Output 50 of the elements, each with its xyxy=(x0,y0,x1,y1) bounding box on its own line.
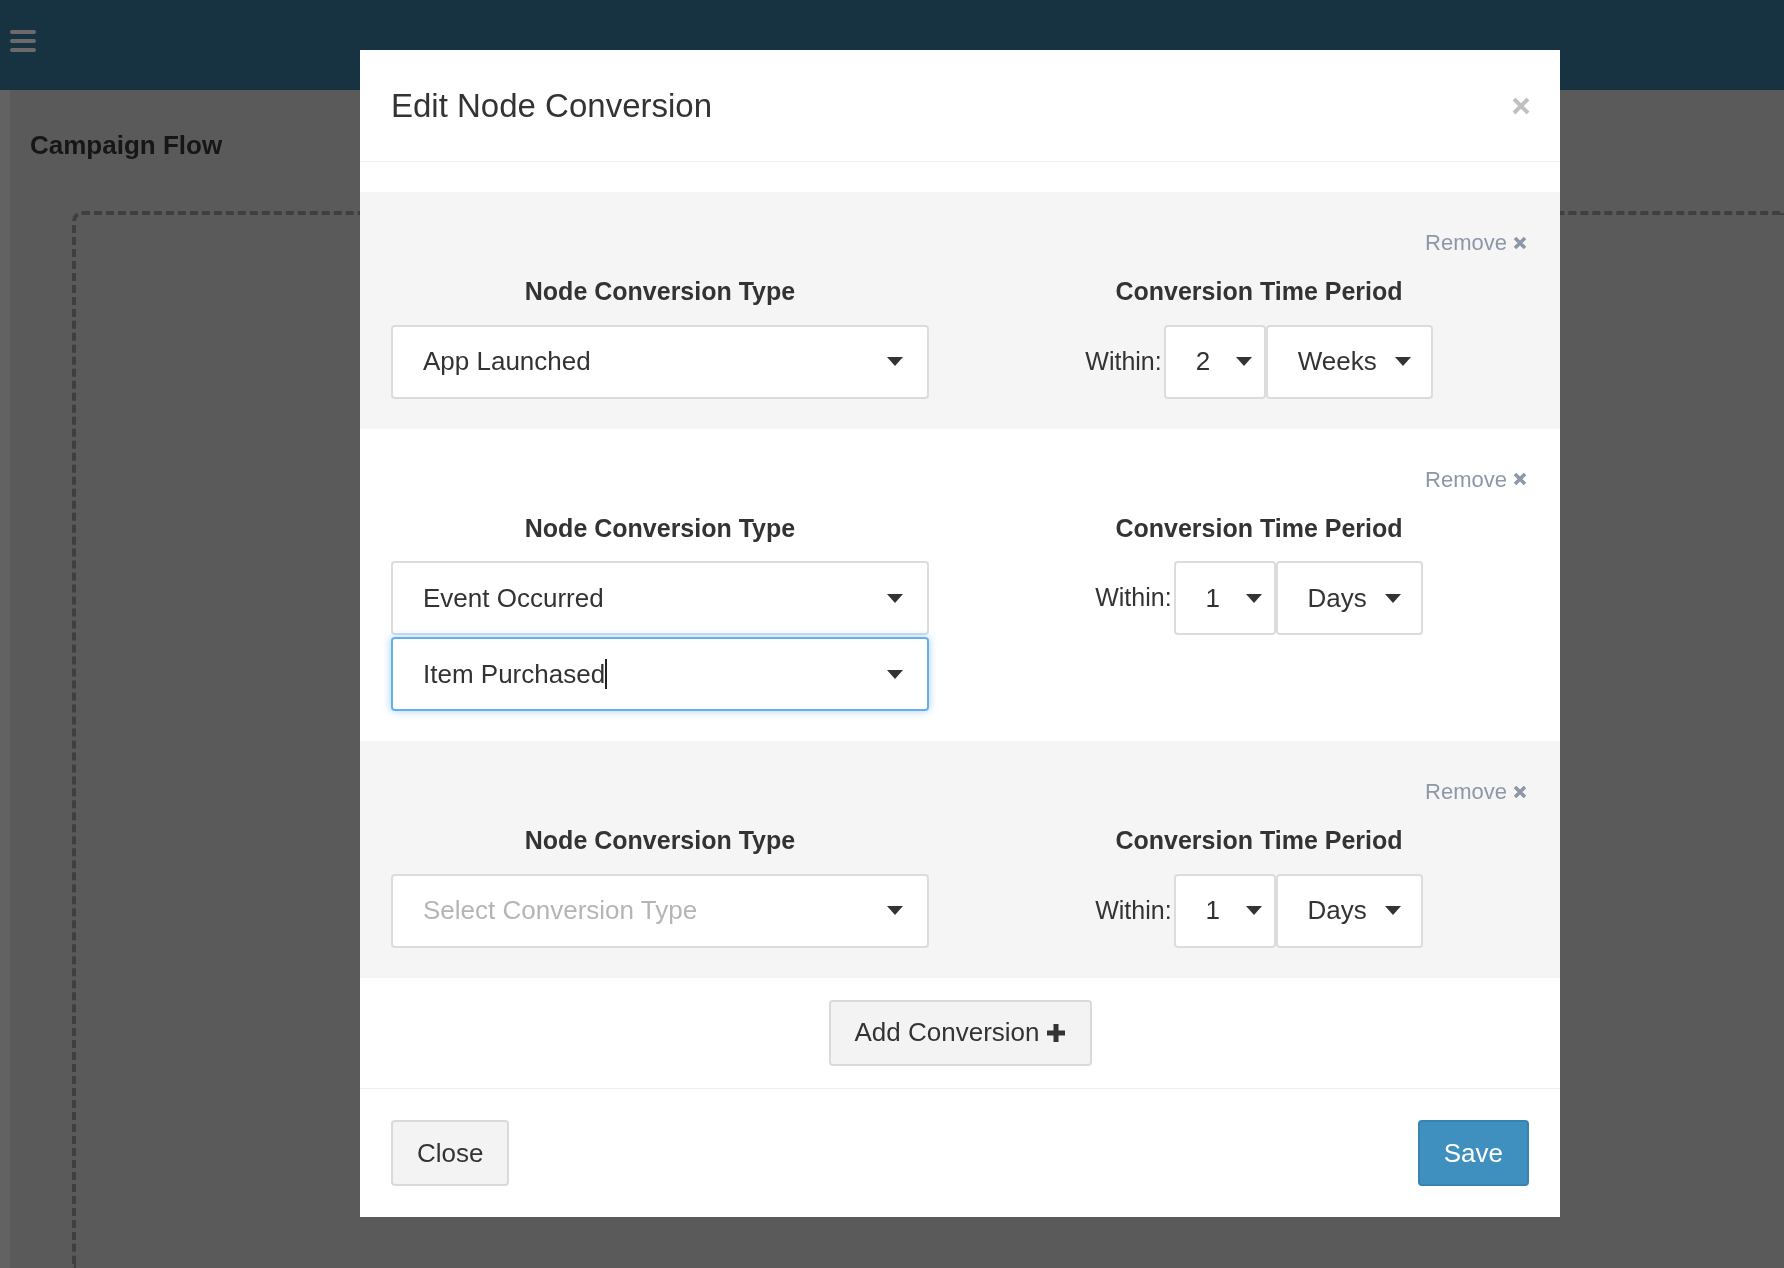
select-value: Days xyxy=(1307,581,1367,615)
within-label: Within: xyxy=(1095,582,1172,614)
within-label: Within: xyxy=(1095,894,1172,926)
unit-select[interactable]: Days xyxy=(1275,873,1423,948)
unit-select[interactable]: Days xyxy=(1275,561,1423,635)
menu-icon[interactable] xyxy=(10,30,36,52)
modal-title: Edit Node Conversion xyxy=(391,85,712,126)
conversion-type-select[interactable]: App Launched xyxy=(391,324,929,399)
select-value: Weeks xyxy=(1297,345,1377,378)
plus-icon xyxy=(1045,1022,1066,1043)
field-label: Conversion Time Period xyxy=(1115,825,1403,856)
conversion-type-select[interactable]: Event Occurred xyxy=(391,561,929,635)
amount-select[interactable]: 1 xyxy=(1173,561,1276,635)
within-label: Within: xyxy=(1085,345,1162,377)
select-value: Item Purchased xyxy=(423,657,608,691)
unit-select[interactable]: Weeks xyxy=(1265,324,1433,399)
select-value: Days xyxy=(1307,894,1367,927)
add-conversion-button[interactable]: Add Conversion xyxy=(828,999,1092,1066)
field-label: Conversion Time Period xyxy=(1115,512,1403,544)
amount-select[interactable]: 1 xyxy=(1173,873,1276,948)
close-icon xyxy=(1513,472,1527,486)
select-placeholder: Select Conversion Type xyxy=(423,894,698,927)
select-value: 1 xyxy=(1205,581,1221,615)
field-label: Conversion Time Period xyxy=(1115,276,1403,307)
close-icon[interactable] xyxy=(1512,96,1530,115)
amount-select[interactable]: 2 xyxy=(1163,324,1266,399)
field-label: Node Conversion Type xyxy=(524,276,796,307)
conversion-type-select[interactable]: Item Purchased xyxy=(391,637,929,711)
close-button[interactable]: Close xyxy=(391,1120,510,1186)
close-icon xyxy=(1513,235,1527,250)
caret-icon xyxy=(1394,357,1411,366)
select-value: Event Occurred xyxy=(423,581,604,615)
field-label: Node Conversion Type xyxy=(524,825,796,856)
caret-icon xyxy=(1235,357,1252,366)
field-label: Node Conversion Type xyxy=(524,512,796,544)
caret-icon xyxy=(1384,593,1401,603)
close-icon xyxy=(1513,784,1527,799)
select-value: App Launched xyxy=(423,345,591,378)
page-title: Campaign Flow xyxy=(30,129,223,162)
caret-icon xyxy=(1245,593,1262,603)
caret-icon xyxy=(1245,906,1262,915)
caret-icon xyxy=(887,906,903,915)
caret-icon xyxy=(887,593,903,603)
text-cursor xyxy=(605,659,608,689)
caret-icon xyxy=(887,669,903,679)
select-value: 2 xyxy=(1195,345,1211,378)
caret-icon xyxy=(1384,906,1401,915)
caret-icon xyxy=(887,357,903,366)
select-value: 1 xyxy=(1205,894,1221,927)
save-button[interactable]: Save xyxy=(1417,1120,1529,1186)
